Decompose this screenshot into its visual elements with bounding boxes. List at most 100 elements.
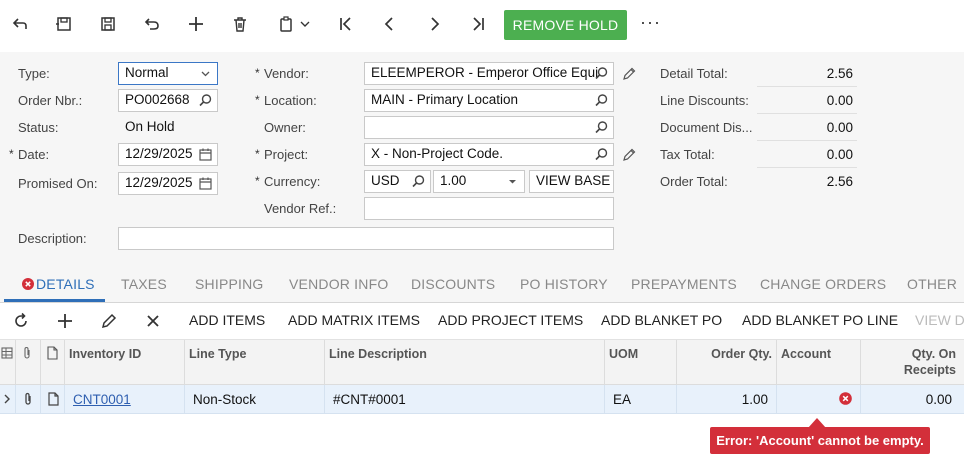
add-row-plus-icon[interactable]	[56, 312, 74, 330]
column-line-description[interactable]: Line Description	[329, 347, 427, 361]
add-blanket-po-line-button[interactable]: ADD BLANKET PO LINE	[742, 312, 898, 328]
date-label: Date:	[9, 147, 49, 162]
copy-paste-button[interactable]	[272, 12, 316, 36]
search-icon[interactable]	[594, 93, 609, 108]
promised-on-value: 12/29/2025	[125, 175, 193, 190]
clipboard-icon	[280, 16, 292, 32]
undo-button[interactable]	[140, 12, 164, 36]
error-circle-icon	[22, 278, 34, 290]
owner-input[interactable]	[364, 116, 614, 139]
divider	[757, 140, 857, 141]
tab-vendor-info[interactable]: VENDOR INFO	[289, 276, 388, 292]
summary-form: Type: Order Nbr.: Status: Date: Promised…	[0, 52, 964, 262]
order-total-label: Order Total:	[660, 174, 728, 189]
tax-total-value: 0.00	[826, 147, 853, 162]
add-items-button[interactable]: ADD ITEMS	[189, 312, 265, 328]
project-input[interactable]: X - Non-Project Code.	[364, 143, 614, 166]
first-record-button[interactable]	[334, 12, 358, 36]
error-circle-icon[interactable]	[839, 392, 852, 405]
save-and-close-button[interactable]	[52, 12, 76, 36]
location-label: Location:	[255, 93, 317, 108]
next-record-button[interactable]	[422, 12, 446, 36]
column-order-qty[interactable]: Order Qty.	[680, 347, 772, 361]
remove-hold-button[interactable]: REMOVE HOLD	[504, 10, 627, 40]
date-input[interactable]: 12/29/2025	[118, 143, 218, 166]
column-separator	[324, 340, 325, 385]
delete-button[interactable]	[228, 12, 252, 36]
currency-code-input[interactable]: USD	[364, 170, 431, 193]
tab-prepayments[interactable]: PREPAYMENTS	[631, 276, 737, 292]
tab-discounts[interactable]: DISCOUNTS	[411, 276, 495, 292]
search-icon[interactable]	[411, 174, 426, 189]
attachment-icon	[24, 347, 30, 359]
column-separator	[776, 385, 777, 414]
column-uom[interactable]: UOM	[609, 347, 638, 361]
tab-change-orders[interactable]: CHANGE ORDERS	[760, 276, 886, 292]
line-type-cell[interactable]: Non-Stock	[193, 392, 256, 407]
column-qty-on-receipts-line2[interactable]: Receipts	[864, 363, 956, 377]
order-nbr-input[interactable]: PO002668	[118, 89, 218, 112]
table-row[interactable]: CNT0001 Non-Stock #CNT#0001 EA 1.00 0.00	[0, 385, 964, 414]
inventory-id-link[interactable]: CNT0001	[73, 392, 131, 407]
uom-cell[interactable]: EA	[613, 392, 631, 407]
description-label: Description:	[18, 231, 87, 246]
row-attachment-icon[interactable]	[22, 392, 34, 406]
last-record-button[interactable]	[466, 12, 490, 36]
currency-rate-select[interactable]: 1.00	[433, 170, 525, 193]
back-button[interactable]	[8, 12, 32, 36]
grid-settings-icon[interactable]	[1, 347, 13, 359]
search-icon[interactable]	[594, 66, 609, 81]
edit-row-pencil-icon[interactable]	[100, 312, 118, 330]
add-blanket-po-button[interactable]: ADD BLANKET PO	[601, 312, 722, 328]
calendar-icon[interactable]	[198, 147, 213, 162]
column-line-type[interactable]: Line Type	[189, 347, 246, 361]
search-icon[interactable]	[198, 93, 213, 108]
tab-shipping[interactable]: SHIPPING	[195, 276, 264, 292]
promised-on-input[interactable]: 12/29/2025	[118, 172, 218, 195]
location-input[interactable]: MAIN - Primary Location	[364, 89, 614, 112]
vendor-ref-input[interactable]	[364, 197, 614, 220]
save-button[interactable]	[96, 12, 120, 36]
arrow-left-icon	[12, 18, 27, 29]
tab-other[interactable]: OTHER	[907, 276, 957, 292]
calendar-icon[interactable]	[198, 176, 213, 191]
qty-on-receipts-cell[interactable]: 0.00	[864, 392, 952, 407]
type-select[interactable]: Normal	[118, 62, 218, 85]
column-account[interactable]: Account	[781, 347, 831, 361]
delete-row-close-icon[interactable]	[144, 312, 162, 330]
previous-record-button[interactable]	[378, 12, 402, 36]
description-input[interactable]	[118, 227, 614, 250]
add-matrix-items-button[interactable]: ADD MATRIX ITEMS	[288, 312, 420, 328]
currency-label: Currency:	[255, 174, 320, 189]
error-tooltip: Error: 'Account' cannot be empty.	[710, 427, 930, 454]
view-base-button[interactable]: VIEW BASE	[529, 170, 614, 193]
edit-project-pencil-icon[interactable]	[622, 148, 636, 162]
column-separator	[860, 385, 861, 414]
tab-taxes[interactable]: TAXES	[121, 276, 167, 292]
grid-header: Inventory ID Line Type Line Description …	[0, 340, 964, 385]
plus-icon	[189, 17, 203, 31]
row-note-icon[interactable]	[47, 392, 59, 406]
promised-on-label: Promised On:	[18, 176, 98, 191]
refresh-icon[interactable]	[12, 312, 30, 330]
search-icon[interactable]	[594, 147, 609, 162]
column-inventory-id[interactable]: Inventory ID	[69, 347, 141, 361]
line-description-cell[interactable]: #CNT#0001	[333, 392, 406, 407]
column-separator	[15, 385, 16, 414]
view-details-button[interactable]: VIEW DE	[915, 312, 964, 328]
tab-details[interactable]: DETAILS	[22, 276, 95, 292]
edit-vendor-pencil-icon[interactable]	[622, 67, 636, 81]
vendor-input[interactable]: ELEEMPEROR - Emperor Office Equi	[364, 62, 614, 85]
project-value: X - Non-Project Code.	[371, 146, 504, 161]
column-separator	[604, 385, 605, 414]
order-nbr-value: PO002668	[125, 92, 190, 107]
search-icon[interactable]	[594, 120, 609, 135]
column-qty-on-receipts-line1[interactable]: Qty. On	[864, 347, 956, 361]
order-qty-cell[interactable]: 1.00	[680, 392, 768, 407]
more-actions-button[interactable]: ···	[640, 12, 661, 33]
add-button[interactable]	[184, 12, 208, 36]
tab-po-history[interactable]: PO HISTORY	[520, 276, 608, 292]
note-icon	[47, 346, 58, 360]
column-separator	[64, 385, 65, 414]
add-project-items-button[interactable]: ADD PROJECT ITEMS	[438, 312, 583, 328]
